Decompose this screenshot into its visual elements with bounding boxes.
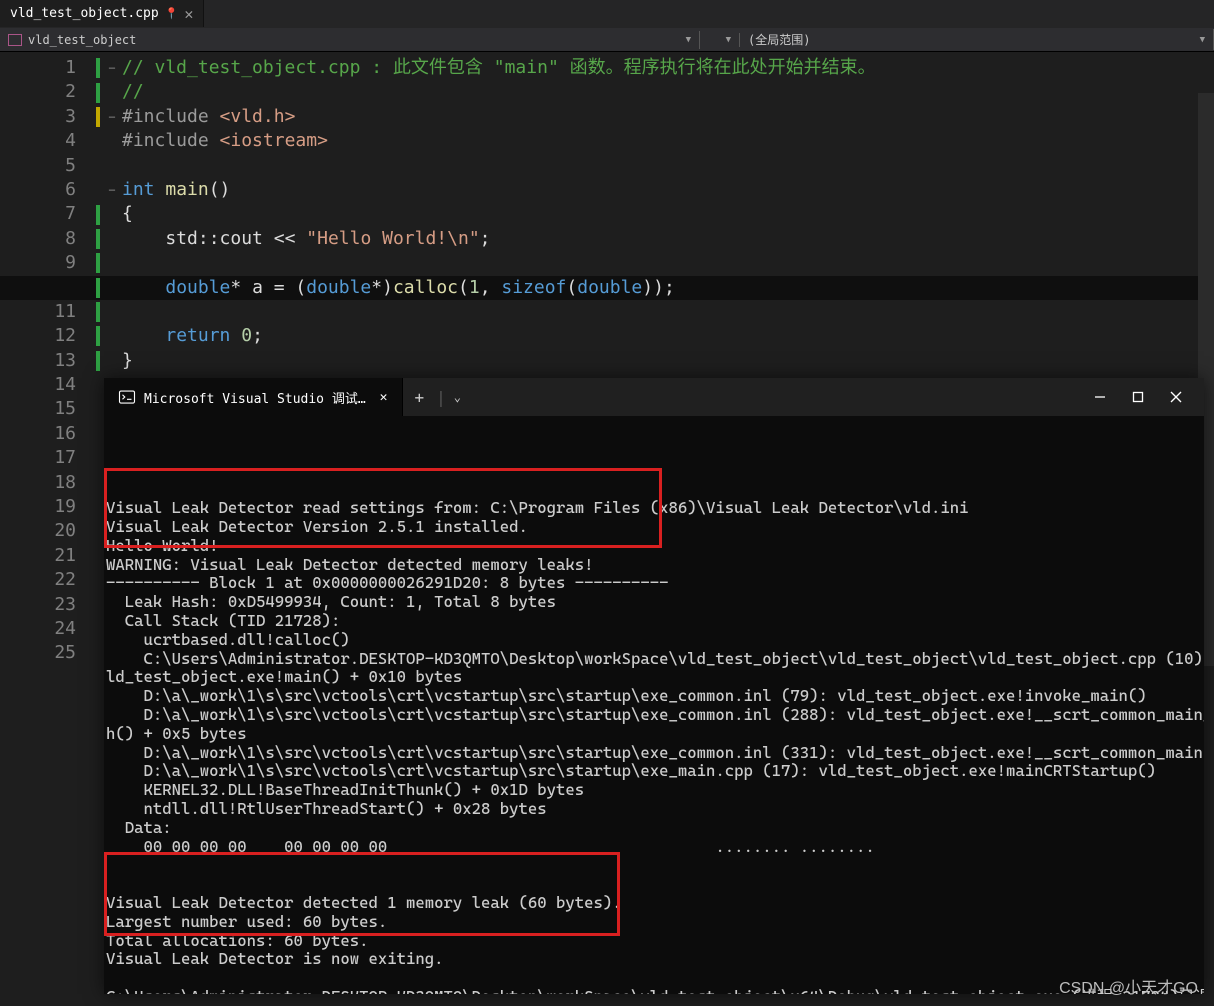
console-line: Call Stack (TID 21728): [106,612,1202,631]
line-number: 21 [0,544,76,568]
console-line [106,969,1202,988]
mod-glyph [96,326,100,346]
console-line: ---------- Block 1 at 0x0000000026291D20… [106,574,1202,593]
fold-toggle[interactable]: − [108,110,115,124]
pin-icon: 📍 [165,7,179,20]
comment: // vld_test_object.cpp : 此文件包含 "main" 函数… [122,57,876,78]
close-icon[interactable]: ✕ [184,5,193,23]
context-nav-bar: vld_test_object ▼ ▼ (全局范围) ▼ [0,28,1214,52]
tab-menu-chevron-icon[interactable]: ⌄ [446,390,469,404]
console-tab-label: Microsoft Visual Studio 调试… [144,388,366,407]
highlight-box [104,852,620,936]
console-line: Visual Leak Detector is now exiting. [106,950,1202,969]
debug-console-window: Microsoft Visual Studio 调试… ✕ + | ⌄ Visu… [104,378,1204,994]
console-line: Leak Hash: 0xD5499934, Count: 1, Total 8… [106,593,1202,612]
line-number: 6 [0,178,76,202]
chevron-down-icon: ▼ [1200,35,1205,45]
scope-label: vld_test_object [28,33,136,47]
modification-glyph-column [90,56,106,373]
preproc: #include [122,106,220,127]
console-line: D:\a\_work\1\s\src\vctools\crt\vcstartup… [106,706,1202,725]
console-line: D:\a\_work\1\s\src\vctools\crt\vcstartup… [106,687,1202,706]
maximize-button[interactable] [1130,389,1146,405]
close-icon[interactable]: ✕ [380,390,388,405]
line-number: 5 [0,154,76,178]
watermark: CSDN @小天才GO [1059,974,1198,998]
console-line: ntdll.dll!RtlUserThreadStart() + 0x28 by… [106,800,1202,819]
console-line: ld_test_object.exe!main() + 0x10 bytes [106,668,1202,687]
line-number: 17 [0,446,76,470]
line-number: 8 [0,227,76,251]
mod-glyph [96,253,100,273]
mod-glyph [96,58,100,78]
folding-column: − − − [106,56,118,202]
member-dropdown[interactable]: (全局范围) ▼ [740,29,1214,50]
console-line: Data: [106,819,1202,838]
fold-toggle[interactable]: − [108,61,115,75]
line-number: 4 [0,129,76,153]
console-tab[interactable]: Microsoft Visual Studio 调试… ✕ [104,378,403,416]
file-tab[interactable]: vld_test_object.cpp 📍 ✕ [0,0,204,27]
line-number: 14 [0,373,76,397]
line-number: 13 [0,349,76,373]
terminal-icon [118,388,136,406]
scope-dropdown[interactable]: vld_test_object ▼ [0,31,700,49]
file-tab-label: vld_test_object.cpp [10,6,159,21]
line-number: 1 [0,56,76,80]
nav-spacer: ▼ [700,33,740,47]
fold-toggle[interactable]: − [108,183,115,197]
console-line: D:\a\_work\1\s\src\vctools\crt\vcstartup… [106,762,1202,781]
line-number: 3 [0,105,76,129]
chevron-down-icon: ▼ [726,35,731,45]
mod-glyph [96,229,100,249]
line-number-gutter: 1234567891011121314151617181920212223242… [0,52,90,666]
console-line: C:\Users\Administrator.DESKTOP-KD3QMTO\D… [106,988,1202,994]
console-line: WARNING: Visual Leak Detector detected m… [106,556,1202,575]
console-line: C:\Users\Administrator.DESKTOP-KD3QMTO\D… [106,650,1202,669]
line-number: 19 [0,495,76,519]
preproc: #include [122,130,220,151]
member-label: (全局范围) [748,31,810,48]
console-line: ucrtbased.dll!calloc() [106,631,1202,650]
mod-glyph [96,278,100,298]
line-number: 2 [0,80,76,104]
line-number: 22 [0,568,76,592]
line-number: 24 [0,617,76,641]
line-number: 23 [0,593,76,617]
line-number: 25 [0,641,76,665]
mod-glyph [96,83,100,103]
line-number: 11 [0,300,76,324]
window-close-button[interactable] [1168,389,1184,405]
console-titlebar[interactable]: Microsoft Visual Studio 调试… ✕ + | ⌄ [104,378,1204,416]
new-tab-button[interactable]: + [403,388,437,407]
mod-glyph [96,302,100,322]
project-icon [8,34,22,46]
chevron-down-icon: ▼ [686,35,691,45]
console-line: h() + 0x5 bytes [106,725,1202,744]
line-number: 15 [0,397,76,421]
mod-glyph [96,107,100,127]
comment: // [122,81,144,102]
line-number: 18 [0,471,76,495]
line-number: 12 [0,324,76,348]
line-number: 16 [0,422,76,446]
minimize-button[interactable] [1092,389,1108,405]
mod-glyph [96,205,100,225]
console-line: KERNEL32.DLL!BaseThreadInitThunk() + 0x1… [106,781,1202,800]
console-line: D:\a\_work\1\s\src\vctools\crt\vcstartup… [106,744,1202,763]
editor-tab-row: vld_test_object.cpp 📍 ✕ [0,0,1214,28]
line-number: 9 [0,251,76,275]
line-number: 20 [0,519,76,543]
console-output[interactable]: Visual Leak Detector read settings from:… [104,416,1204,994]
line-number: 7 [0,202,76,226]
mod-glyph [96,351,100,371]
highlight-box [104,468,662,548]
